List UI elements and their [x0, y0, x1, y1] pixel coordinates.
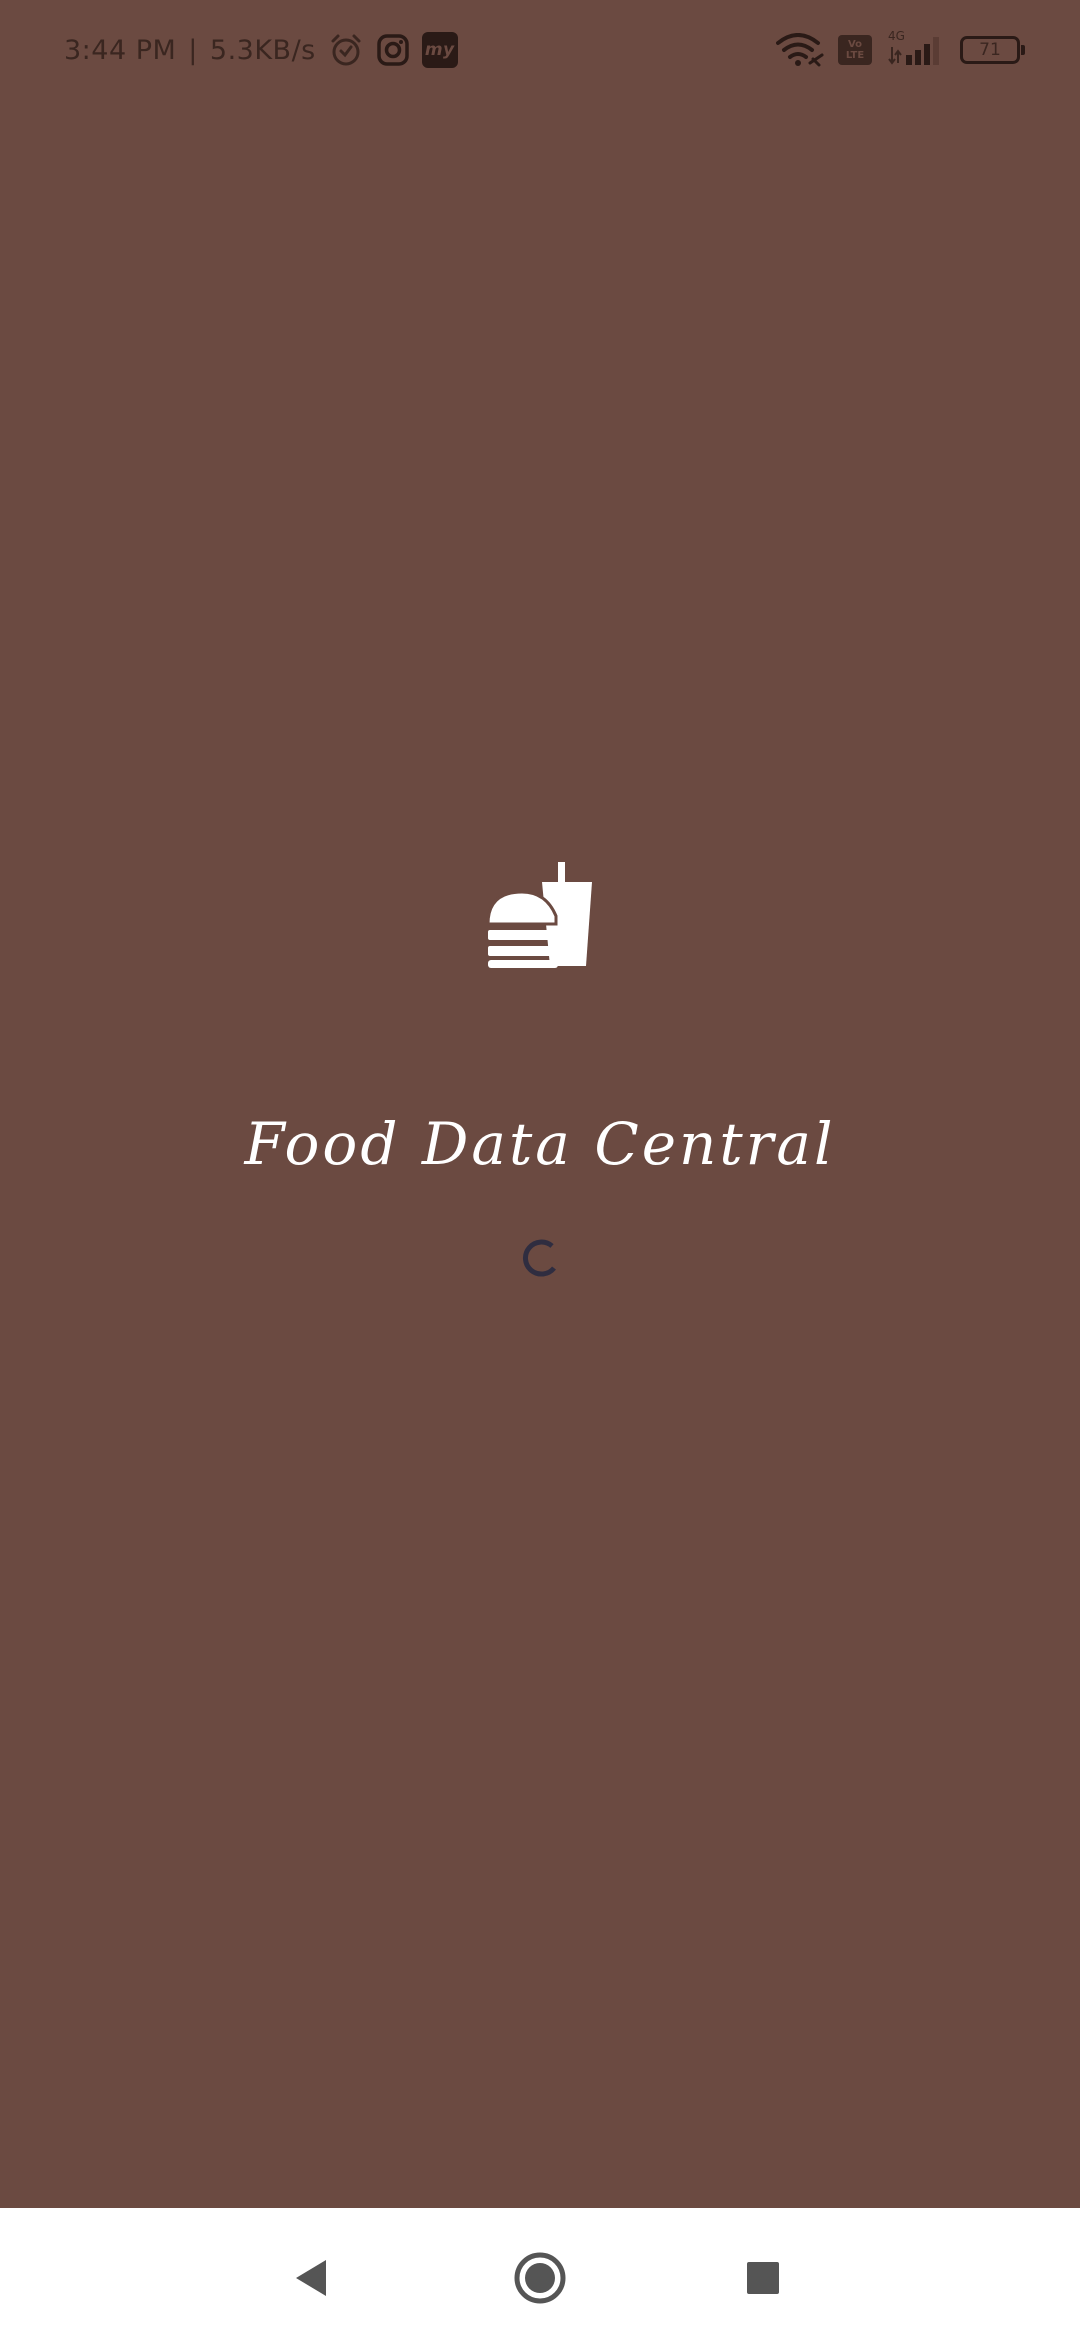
status-time: 3:44 PM [64, 34, 177, 66]
home-icon [514, 2252, 566, 2304]
back-icon [296, 2260, 326, 2296]
volte-icon: Vo LTE [838, 35, 872, 65]
alarm-icon [328, 32, 364, 68]
wifi-icon [776, 33, 824, 67]
instagram-icon [376, 33, 410, 67]
network-speed: 5.3KB/s [209, 34, 316, 66]
loading-spinner [518, 1236, 562, 1280]
status-right: Vo LTE 4G 71 [776, 28, 1025, 72]
volte-line2: LTE [845, 50, 865, 61]
status-separator: | [188, 34, 198, 66]
recents-button[interactable] [733, 2248, 793, 2308]
network-type: 4G [888, 29, 905, 43]
navigation-bar [0, 2208, 1080, 2340]
app-title: Food Data Central [244, 1110, 836, 1178]
back-button[interactable] [282, 2248, 342, 2308]
splash-screen: 3:44 PM | 5.3KB/s my Vo LTE 4G 71 Food D… [0, 0, 1080, 2340]
signal-icon: 4G [886, 29, 946, 67]
status-left: 3:44 PM | 5.3KB/s my [64, 28, 458, 72]
home-button[interactable] [510, 2248, 570, 2308]
status-bar: 3:44 PM | 5.3KB/s my Vo LTE 4G 71 [0, 0, 1080, 100]
recents-icon [747, 2262, 779, 2294]
mytoi-icon: my [421, 32, 458, 68]
fastfood-icon [486, 862, 594, 972]
battery-level: 71 [979, 40, 1001, 60]
battery-icon: 71 [960, 36, 1025, 64]
volte-line1: Vo [847, 39, 863, 50]
